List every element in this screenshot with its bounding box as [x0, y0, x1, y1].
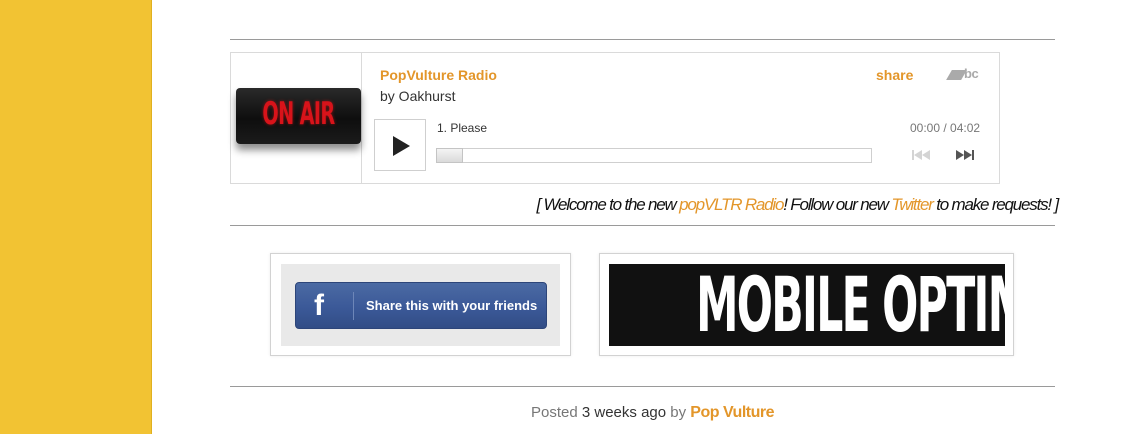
on-air-sign: ON AIR [236, 88, 361, 144]
next-track-button[interactable] [955, 149, 975, 161]
facebook-icon: f [314, 289, 324, 322]
welcome-message: [ Welcome to the new popVLTR Radio! Foll… [536, 195, 1059, 215]
divider-top [230, 39, 1055, 40]
left-sidebar-bar [0, 0, 152, 434]
facebook-share-button[interactable]: f Share this with your friends [295, 282, 547, 329]
share-button[interactable]: share [876, 67, 913, 83]
progress-bar[interactable] [436, 148, 872, 163]
progress-thumb[interactable] [436, 148, 463, 163]
bandcamp-player: ON AIR PopVulture Radio by Oakhurst shar… [230, 52, 1000, 184]
twitter-link[interactable]: Twitter [891, 195, 934, 214]
track-time: 00:00 / 04:02 [910, 121, 981, 135]
mobile-optimized-box: MOBILE OPTIMIZED [599, 253, 1014, 356]
player-title-link[interactable]: PopVulture Radio [380, 67, 497, 83]
mobile-optimized-text: MOBILE OPTIMIZED [696, 264, 1005, 346]
mobile-optimized-banner[interactable]: MOBILE OPTIMIZED [609, 264, 1005, 346]
play-button[interactable] [374, 119, 426, 171]
skip-previous-icon-right [922, 150, 930, 160]
skip-previous-icon-left [914, 150, 922, 160]
post-date-link[interactable]: 3 weeks ago [582, 404, 666, 421]
divider-bottom [230, 386, 1055, 387]
facebook-button-divider [353, 292, 354, 320]
facebook-share-image: f Share this with your friends [281, 264, 560, 346]
previous-track-button[interactable] [912, 149, 932, 161]
welcome-text-close: to make requests! ] [932, 195, 1059, 214]
player-artist-link[interactable]: by Oakhurst [380, 88, 455, 104]
bandcamp-logo-text: bc [964, 66, 979, 81]
on-air-text: ON AIR [262, 96, 335, 132]
play-icon [393, 136, 410, 156]
welcome-text-open: [ Welcome to the new [536, 195, 680, 214]
post-meta: Posted 3 weeks ago by Pop Vulture [531, 404, 774, 422]
welcome-text-middle: ! Follow our new [783, 195, 892, 214]
facebook-share-label: Share this with your friends [366, 298, 538, 313]
skip-next-icon [972, 150, 974, 160]
divider-middle [230, 225, 1055, 226]
author-link[interactable]: Pop Vulture [690, 404, 774, 421]
skip-next-icon-right [964, 150, 972, 160]
bandcamp-logo-icon[interactable]: bc [946, 66, 983, 81]
radio-link[interactable]: popVLTR Radio [679, 195, 784, 214]
by-label: by [670, 404, 687, 421]
track-title[interactable]: 1. Please [437, 121, 487, 135]
posted-label: Posted [531, 404, 578, 421]
skip-next-icon-left [956, 150, 964, 160]
facebook-share-box: f Share this with your friends [270, 253, 571, 356]
album-artwork[interactable]: ON AIR [231, 53, 362, 183]
